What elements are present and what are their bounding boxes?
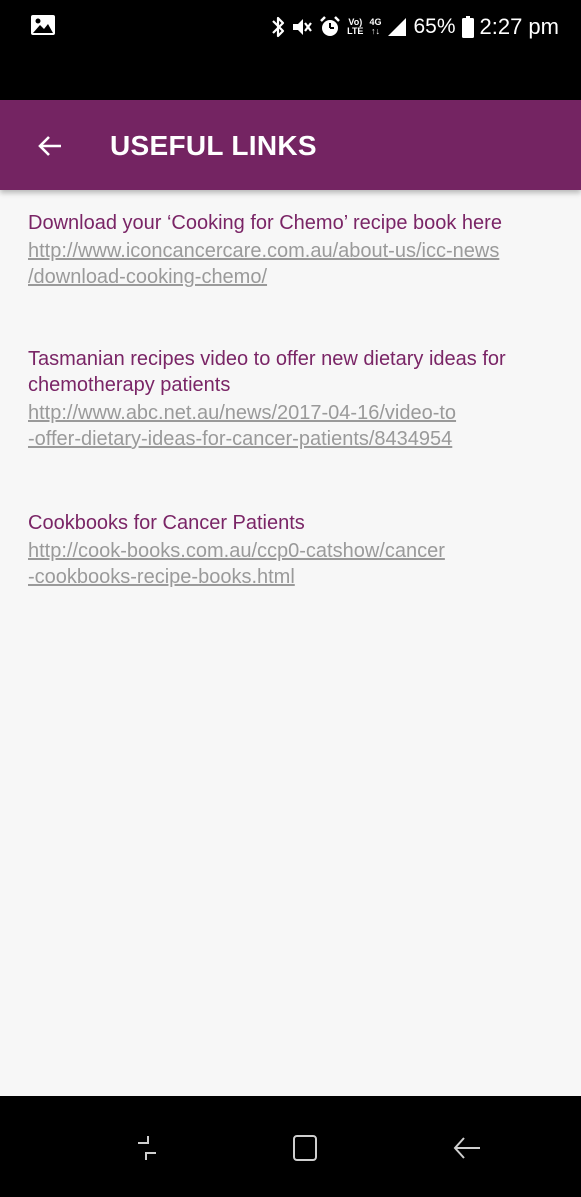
back-arrow-button[interactable] xyxy=(30,126,70,166)
image-notification-icon xyxy=(30,14,66,40)
list-item: Cookbooks for Cancer Patients http://coo… xyxy=(28,510,573,590)
link-title: Cookbooks for Cancer Patients xyxy=(28,512,305,534)
link-url-line[interactable]: http://www.iconcancercare.com.au/about-u… xyxy=(28,238,573,264)
link-url-line[interactable]: http://cook-books.com.au/ccp0-catshow/ca… xyxy=(28,538,573,564)
link-url[interactable]: http://cook-books.com.au/ccp0-catshow/ca… xyxy=(28,538,573,590)
links-list: Download your ‘Cooking for Chemo’ recipe… xyxy=(0,190,581,1096)
4g-icon: 4G ↑↓ xyxy=(369,17,382,36)
list-item: Download your ‘Cooking for Chemo’ recipe… xyxy=(28,210,573,290)
alarm-icon xyxy=(319,16,341,38)
volte-icon: Vo) LTE xyxy=(347,17,364,36)
link-title-line: Tasmanian recipes video to offer new die… xyxy=(28,348,506,370)
link-url-line[interactable]: http://www.abc.net.au/news/2017-04-16/vi… xyxy=(28,400,573,426)
battery-percent: 65% xyxy=(413,15,456,38)
link-title: Tasmanian recipes video to offer new die… xyxy=(28,346,573,398)
link-url[interactable]: http://www.iconcancercare.com.au/about-u… xyxy=(28,238,573,290)
home-icon xyxy=(293,1135,317,1161)
link-title-line: chemotherapy patients xyxy=(28,374,231,396)
signal-icon xyxy=(387,17,407,37)
link-url-line[interactable]: -offer-dietary-ideas-for-cancer-patients… xyxy=(28,426,573,452)
link-url-line[interactable]: /download-cooking-chemo/ xyxy=(28,264,573,290)
link-url[interactable]: http://www.abc.net.au/news/2017-04-16/vi… xyxy=(28,400,573,452)
back-icon xyxy=(453,1137,480,1159)
mute-icon xyxy=(291,16,313,38)
link-title: Download your ‘Cooking for Chemo’ recipe… xyxy=(28,212,502,234)
navigation-bar xyxy=(0,1096,581,1197)
list-item: Tasmanian recipes video to offer new die… xyxy=(28,346,573,452)
status-icons: Vo) LTE 4G ↑↓ 65% 2:27 pm xyxy=(271,12,559,42)
screen: Vo) LTE 4G ↑↓ 65% 2:27 pm USEFUL LINKS D… xyxy=(0,0,581,1197)
back-arrow-icon xyxy=(38,136,61,156)
clock: 2:27 pm xyxy=(479,14,560,39)
bluetooth-icon xyxy=(271,15,285,39)
app-bar: USEFUL LINKS xyxy=(0,100,581,190)
back-button[interactable] xyxy=(442,1126,492,1170)
recents-icon xyxy=(138,1136,156,1160)
status-bar: Vo) LTE 4G ↑↓ 65% 2:27 pm xyxy=(0,0,581,100)
page-title: USEFUL LINKS xyxy=(110,130,317,161)
recents-button[interactable] xyxy=(122,1126,172,1170)
battery-icon xyxy=(461,16,474,38)
link-url-line[interactable]: -cookbooks-recipe-books.html xyxy=(28,564,573,590)
home-button[interactable] xyxy=(280,1126,330,1170)
